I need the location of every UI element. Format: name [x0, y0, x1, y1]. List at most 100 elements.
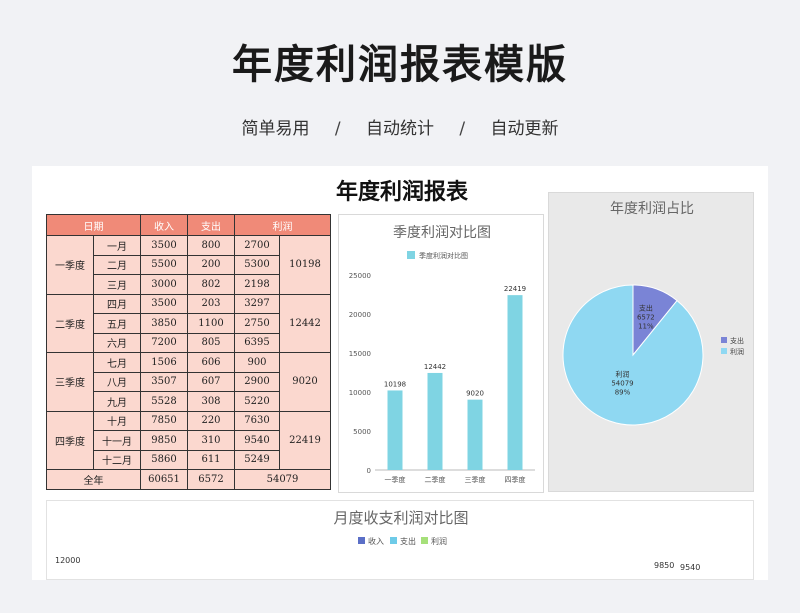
month-name: 十一月 [93, 430, 141, 451]
quarter-bar [467, 399, 483, 470]
legend-profit-label: 利润 [431, 536, 447, 546]
pie-legend-label: 支出 [730, 336, 744, 345]
income-cell: 3507 [140, 371, 188, 392]
pie-slice [562, 284, 704, 426]
month-name: 九月 [93, 391, 141, 412]
expense-cell: 805 [187, 332, 235, 353]
month-name: 三月 [93, 274, 141, 295]
month-name: 七月 [93, 352, 141, 373]
expense-cell: 607 [187, 371, 235, 392]
subtitle-item-easy: 简单易用 [241, 119, 310, 139]
table-row: 四季度 十月 7850 220 7630 22419 [46, 410, 331, 470]
quarter-ytick-label: 0 [367, 467, 371, 475]
income-cell: 7850 [140, 410, 188, 431]
legend-income-label: 收入 [368, 536, 384, 546]
expense-cell: 310 [187, 430, 235, 451]
quarter-bar [427, 372, 443, 470]
quarter-total-cell: 22419 [279, 410, 331, 470]
month-name: 五月 [93, 313, 141, 334]
income-cell: 5528 [140, 391, 188, 412]
quarter-legend-swatch [407, 251, 415, 259]
month-name: 一月 [93, 235, 141, 256]
profit-cell: 5300 [234, 254, 280, 275]
profit-cell: 2900 [234, 371, 280, 392]
annual-income: 60651 [140, 469, 188, 490]
pie-legend-label: 利润 [730, 347, 744, 356]
quarter-bar [507, 295, 523, 470]
subtitle: 简单易用 / 自动统计 / 自动更新 [0, 114, 800, 139]
expense-cell: 1100 [187, 313, 235, 334]
annual-profit-pie-panel: 年度利润占比 支出 6572 11% 利润 54079 89% 支出 利润 [548, 192, 754, 492]
quarter-ytick-label: 15000 [349, 350, 371, 358]
profit-cell: 2700 [234, 235, 280, 256]
income-cell: 3500 [140, 235, 188, 256]
monthly-chart-svg: 月度收支利润对比图 收入 支出 利润 12000 9850 9540 [55, 509, 700, 572]
quarter-category-label: 四季度 [505, 475, 526, 484]
quarter-ytick-label: 25000 [349, 272, 371, 280]
quarter-name: 一季度 [46, 235, 94, 295]
profit-cell: 5249 [234, 449, 280, 470]
month-name: 四月 [93, 293, 141, 314]
header-expense: 支出 [187, 214, 235, 236]
annual-total-row: 全年 60651 6572 54079 [46, 469, 331, 490]
monthly-data-label-income-nov: 9850 [654, 561, 674, 570]
pie-slice-percent-label: 89% [615, 389, 631, 397]
legend-expense-swatch [390, 537, 397, 544]
header-income: 收入 [140, 214, 188, 236]
table-row: 一季度 一月 3500 800 2700 10198 [46, 235, 331, 295]
table-row: 三季度 七月 1506 606 900 9020 [46, 352, 331, 412]
month-name: 八月 [93, 371, 141, 392]
monthly-data-label-profit-nov: 9540 [680, 563, 700, 572]
header-profit: 利润 [234, 214, 331, 236]
expense-cell: 308 [187, 391, 235, 412]
pie-slice-name-label: 支出 [639, 304, 653, 313]
profit-cell: 3297 [234, 293, 280, 314]
profit-cell: 6395 [234, 332, 280, 353]
page-title: 年度利润报表模版 [232, 42, 568, 88]
expense-cell: 802 [187, 274, 235, 295]
quarter-bar-value-label: 10198 [384, 380, 406, 388]
annual-expense: 6572 [187, 469, 235, 490]
income-cell: 7200 [140, 332, 188, 353]
annual-profit-pie-svg: 年度利润占比 支出657211%利润5407989%支出利润 [562, 201, 744, 426]
pie-chart-title: 年度利润占比 [610, 201, 694, 217]
income-cell: 1506 [140, 352, 188, 373]
pie-slice-value-label: 54079 [611, 380, 633, 388]
legend-profit-swatch [421, 537, 428, 544]
profit-cell: 5220 [234, 391, 280, 412]
profit-cell: 2750 [234, 313, 280, 334]
quarter-bar-value-label: 9020 [466, 390, 484, 398]
profit-cell: 7630 [234, 410, 280, 431]
income-cell: 3850 [140, 313, 188, 334]
pie-legend-swatch [721, 337, 727, 343]
annual-profit: 54079 [234, 469, 331, 490]
quarter-category-label: 二季度 [425, 475, 446, 484]
report-title: 年度利润报表 [335, 180, 468, 205]
table-header-row: 日期 收入 支出 利润 [46, 214, 331, 236]
monthly-comparison-chart: 月度收支利润对比图 收入 支出 利润 12000 9850 9540 [46, 500, 754, 580]
subtitle-separator: / [334, 119, 341, 139]
header-date: 日期 [46, 214, 141, 236]
profit-table: 日期 收入 支出 利润 一季度 一月 3500 800 2700 10198 二月 5500 2… [46, 214, 331, 490]
profit-cell: 2198 [234, 274, 280, 295]
pie-slice-percent-label: 11% [638, 323, 654, 331]
expense-cell: 611 [187, 449, 235, 470]
expense-cell: 606 [187, 352, 235, 373]
month-name: 二月 [93, 254, 141, 275]
income-cell: 3500 [140, 293, 188, 314]
quarter-profit-chart: 季度利润对比图 季度利润对比图 0 5000 10000 15000 20000 2500… [338, 214, 544, 493]
quarter-total-cell: 9020 [279, 352, 331, 412]
subtitle-item-auto-update: 自动更新 [490, 119, 559, 139]
quarter-total-cell: 12442 [279, 293, 331, 353]
profit-cell: 900 [234, 352, 280, 373]
expense-cell: 200 [187, 254, 235, 275]
subtitle-separator: / [459, 119, 466, 139]
quarter-name: 四季度 [46, 410, 94, 470]
quarter-ytick-label: 5000 [353, 428, 371, 436]
expense-cell: 800 [187, 235, 235, 256]
income-cell: 3000 [140, 274, 188, 295]
quarter-profit-chart-svg: 季度利润对比图 季度利润对比图 0 5000 10000 15000 20000 2500… [349, 225, 535, 484]
income-cell: 5500 [140, 254, 188, 275]
monthly-chart-title: 月度收支利润对比图 [333, 509, 468, 527]
expense-cell: 203 [187, 293, 235, 314]
